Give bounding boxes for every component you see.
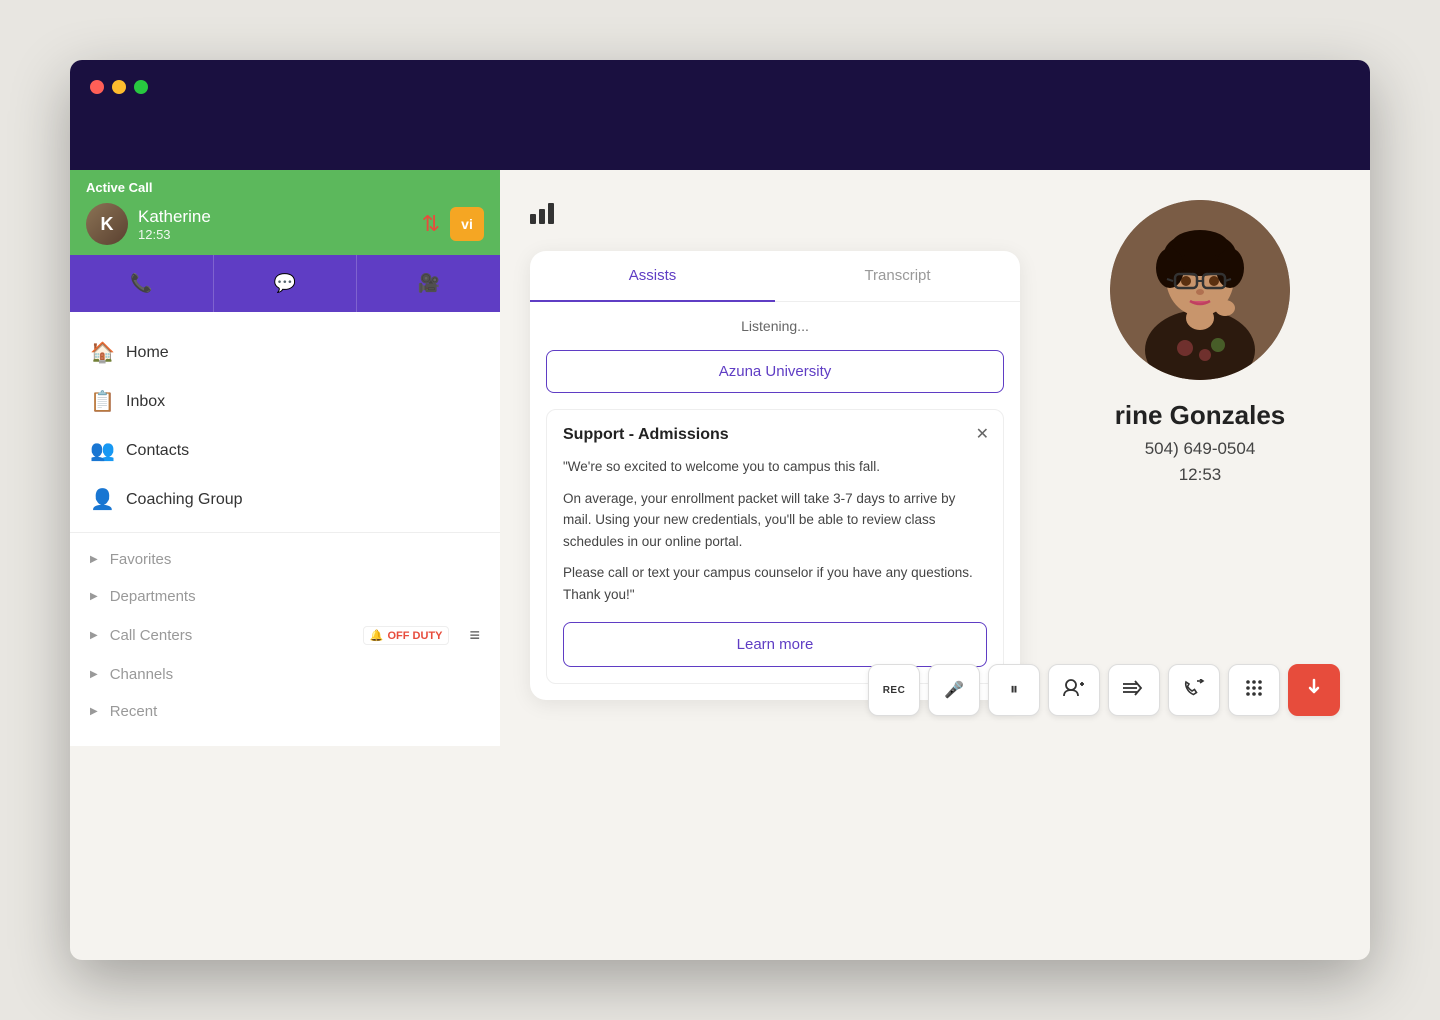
call-duration: 12:53 (138, 227, 422, 242)
sidebar-item-callcenters[interactable]: ▶ Call Centers 🔔 OFF DUTY ≡ (70, 615, 500, 656)
contact-name: rine Gonzales (1060, 400, 1340, 431)
sidebar-item-favorites-label: Favorites (110, 551, 172, 568)
mute-button[interactable]: 🎤 (928, 664, 980, 716)
chevron-right-icon: ▶ (90, 591, 98, 602)
tab-assists[interactable]: Assists (530, 251, 775, 302)
active-call-label: Active Call (86, 180, 484, 195)
assists-panel: Assists Transcript Listening... Azuna Un… (530, 251, 1020, 700)
add-person-icon (1063, 679, 1085, 702)
sidebar-item-inbox-label: Inbox (126, 393, 165, 411)
transfer-queue-icon (1123, 680, 1145, 701)
chat-action-button[interactable]: 💬 (214, 255, 358, 312)
call-icons: ⇅ vi (422, 207, 484, 241)
bell-icon: 🔔 (370, 629, 384, 642)
caller-details: Katherine 12:53 (138, 207, 422, 242)
keypad-button[interactable] (1228, 664, 1280, 716)
sidebar-item-recent-label: Recent (110, 703, 158, 720)
main-content: Active Call K Katherine 12:53 ⇅ vi 📞 (70, 170, 1370, 746)
keypad-icon (1245, 679, 1263, 702)
university-tag[interactable]: Azuna University (546, 350, 1004, 393)
chevron-right-icon: ▶ (90, 630, 98, 641)
sidebar-item-departments[interactable]: ▶ Departments (70, 578, 500, 615)
transfer-icon[interactable]: ⇅ (422, 211, 440, 237)
card-text-1: "We're so excited to welcome you to camp… (563, 456, 987, 478)
panel-tabs: Assists Transcript (530, 251, 1020, 302)
main-area: Assists Transcript Listening... Azuna Un… (500, 170, 1370, 746)
call-info: K Katherine 12:53 ⇅ vi (86, 203, 484, 245)
chevron-right-icon: ▶ (90, 669, 98, 680)
chat-icon: 💬 (274, 273, 296, 294)
contact-card: rine Gonzales 504) 649-0504 12:53 (1060, 200, 1340, 485)
contacts-icon: 👥 (90, 438, 114, 463)
off-duty-label: OFF DUTY (387, 630, 442, 642)
sidebar-item-recent[interactable]: ▶ Recent (70, 693, 500, 730)
learn-more-button[interactable]: Learn more (563, 622, 987, 667)
dial-pad-transfer-button[interactable] (1168, 664, 1220, 716)
bottom-toolbar: REC 🎤 ⏸ (868, 664, 1340, 716)
caller-avatar: K (86, 203, 128, 245)
active-call-banner: Active Call K Katherine 12:53 ⇅ vi (70, 170, 500, 255)
contact-avatar (1110, 200, 1290, 380)
add-participant-button[interactable] (1048, 664, 1100, 716)
home-icon: 🏠 (90, 340, 114, 365)
titlebar (70, 60, 1370, 170)
vi-badge: vi (450, 207, 484, 241)
sidebar-item-channels-label: Channels (110, 666, 173, 683)
sidebar-item-inbox[interactable]: 📋 Inbox (70, 377, 500, 426)
transfer-queue-button[interactable] (1108, 664, 1160, 716)
sidebar: Active Call K Katherine 12:53 ⇅ vi 📞 (70, 170, 500, 746)
app-window: Active Call K Katherine 12:53 ⇅ vi 📞 (70, 60, 1370, 960)
inbox-icon: 📋 (90, 389, 114, 414)
sidebar-item-home[interactable]: 🏠 Home (70, 328, 500, 377)
card-text-3: Please call or text your campus counselo… (563, 562, 987, 605)
off-duty-badge: 🔔 OFF DUTY (363, 626, 450, 645)
card-title: Support - Admissions (563, 426, 987, 444)
card-close-button[interactable]: ✕ (976, 424, 989, 444)
card-text-2: On average, your enrollment packet will … (563, 488, 987, 553)
coaching-icon: 👤 (90, 487, 114, 512)
sidebar-item-channels[interactable]: ▶ Channels (70, 656, 500, 693)
microphone-icon: 🎤 (944, 680, 964, 700)
phone-transfer-icon (1183, 679, 1205, 702)
caller-name: Katherine (138, 207, 422, 227)
contact-phone: 504) 649-0504 (1060, 439, 1340, 459)
chevron-right-icon: ▶ (90, 706, 98, 717)
video-icon: 🎥 (417, 273, 439, 294)
pause-button[interactable]: ⏸ (988, 664, 1040, 716)
sidebar-item-coaching-label: Coaching Group (126, 491, 243, 509)
sidebar-item-home-label: Home (126, 344, 169, 362)
listening-text: Listening... (530, 302, 1020, 350)
sidebar-item-departments-label: Departments (110, 588, 196, 605)
sidebar-item-favorites[interactable]: ▶ Favorites (70, 541, 500, 578)
hamburger-icon[interactable]: ≡ (469, 625, 480, 646)
phone-icon: 📞 (130, 273, 152, 294)
nav-items: 🏠 Home 📋 Inbox 👥 Contacts 👤 Coaching Gro… (70, 312, 500, 746)
nav-separator (70, 532, 500, 533)
contact-time: 12:53 (1060, 465, 1340, 485)
end-call-button[interactable] (1288, 664, 1340, 716)
video-action-button[interactable]: 🎥 (357, 255, 500, 312)
end-call-icon (1304, 678, 1324, 703)
record-button[interactable]: REC (868, 664, 920, 716)
sidebar-item-callcenters-label: Call Centers (110, 627, 193, 644)
tab-transcript[interactable]: Transcript (775, 251, 1020, 302)
rec-icon: REC (883, 685, 906, 696)
maximize-button[interactable] (134, 80, 148, 94)
assist-card: Support - Admissions ✕ "We're so excited… (546, 409, 1004, 684)
close-button[interactable] (90, 80, 104, 94)
sidebar-item-coaching[interactable]: 👤 Coaching Group (70, 475, 500, 524)
minimize-button[interactable] (112, 80, 126, 94)
sidebar-item-contacts-label: Contacts (126, 442, 189, 460)
phone-action-button[interactable]: 📞 (70, 255, 214, 312)
action-buttons: 📞 💬 🎥 (70, 255, 500, 312)
chevron-right-icon: ▶ (90, 554, 98, 565)
sidebar-item-contacts[interactable]: 👥 Contacts (70, 426, 500, 475)
traffic-lights (90, 80, 148, 94)
pause-icon: ⏸ (1010, 681, 1018, 699)
